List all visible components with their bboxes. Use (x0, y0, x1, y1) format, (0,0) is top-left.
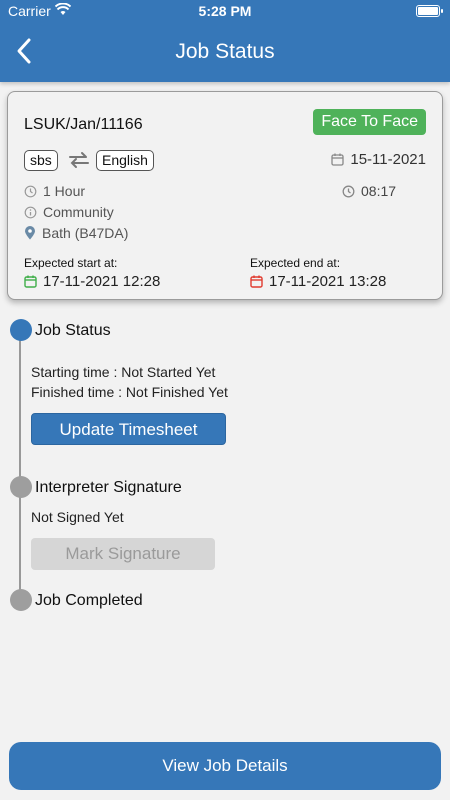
clock-icon (342, 185, 355, 197)
job-date-value: 15-11-2021 (350, 151, 426, 168)
job-duration-value: 1 Hour (43, 183, 86, 199)
job-category-value: Community (43, 204, 114, 220)
expected-start: 17-11-2021 12:28 (24, 273, 160, 290)
step-completed-title: Job Completed (35, 592, 143, 609)
job-time-value: 08:17 (361, 183, 397, 199)
calendar-start-icon (24, 275, 37, 288)
job-category: Community (24, 204, 114, 220)
job-location: Bath (B47DA) (24, 225, 128, 241)
expected-start-value: 17-11-2021 12:28 (43, 273, 161, 290)
calendar-icon (331, 153, 345, 166)
job-card: LSUK/Jan/11166 Face To Face sbs English … (7, 91, 443, 300)
job-date: 15-11-2021 (331, 151, 426, 168)
step-signature-dot (10, 476, 32, 498)
step-job-status-dot (10, 319, 32, 341)
status-time: 5:28 PM (198, 3, 252, 19)
battery-icon (416, 5, 443, 17)
swap-arrows-icon (68, 150, 90, 170)
source-language-chip: sbs (24, 150, 58, 171)
timeline-line (19, 340, 21, 602)
step-signature-title: Interpreter Signature (35, 479, 182, 496)
step-job-status-title: Job Status (35, 322, 111, 339)
update-timesheet-button[interactable]: Update Timesheet (31, 413, 226, 445)
expected-end-label: Expected end at: (250, 256, 341, 270)
location-pin-icon (25, 226, 35, 240)
job-duration: 1 Hour (24, 183, 85, 199)
status-bar: Carrier 5:28 PM (0, 0, 450, 22)
view-job-details-button[interactable]: View Job Details (9, 742, 441, 790)
calendar-end-icon (250, 275, 263, 288)
job-location-value: Bath (B47DA) (42, 225, 129, 241)
step-completed-dot (10, 589, 32, 611)
expected-end: 17-11-2021 13:28 (250, 273, 386, 290)
expected-start-label: Expected start at: (24, 256, 118, 270)
signature-status-text: Not Signed Yet (31, 509, 124, 525)
job-time: 08:17 (342, 183, 396, 199)
starting-time-text: Starting time : Not Started Yet (31, 364, 216, 380)
job-id: LSUK/Jan/11166 (24, 116, 143, 133)
app-bar: Carrier 5:28 PM Job Status (0, 0, 450, 82)
mark-signature-button[interactable]: Mark Signature (31, 538, 215, 570)
finished-time-text: Finished time : Not Finished Yet (31, 384, 228, 400)
target-language-chip: English (96, 150, 154, 171)
expected-end-value: 17-11-2021 13:28 (269, 273, 387, 290)
info-icon (24, 206, 37, 218)
job-type-badge: Face To Face (313, 109, 426, 135)
page-title: Job Status (175, 40, 275, 63)
history-icon (24, 185, 37, 197)
